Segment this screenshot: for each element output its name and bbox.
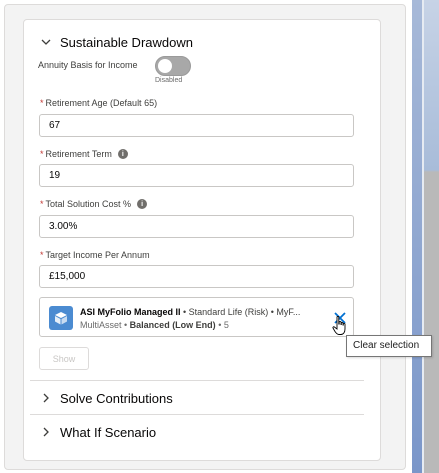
info-icon[interactable]: i [117, 149, 128, 159]
required-marker: * [40, 250, 44, 260]
section-header-sustainable-drawdown[interactable]: Sustainable Drawdown [38, 34, 193, 50]
show-button[interactable]: Show [39, 347, 89, 370]
clear-selection-tooltip: Clear selection [346, 335, 432, 357]
label-text: Total Solution Cost % [45, 199, 132, 209]
risk-score: • 5 [215, 320, 229, 330]
info-icon[interactable]: i [137, 199, 148, 209]
section-title: Sustainable Drawdown [60, 34, 193, 50]
required-marker: * [40, 199, 44, 209]
section-divider [30, 380, 364, 381]
chevron-right-icon [38, 424, 54, 440]
annuity-basis-toggle[interactable] [155, 56, 191, 76]
lookup-secondary-text: MultiAsset • Balanced (Low End) • 5 [80, 320, 229, 330]
risk-level: Balanced (Low End) [129, 320, 216, 330]
solution-cost-input[interactable]: 3.00% [39, 215, 354, 238]
background-window-edge [412, 0, 439, 473]
fund-lookup-selection[interactable]: ASI MyFolio Managed II • Standard Life (… [39, 297, 354, 337]
required-marker: * [40, 98, 44, 108]
label-text: Retirement Age (Default 65) [45, 98, 158, 108]
fund-name: ASI MyFolio Managed II [80, 307, 181, 317]
toggle-state-text: Disabled [155, 77, 183, 84]
background-bar [412, 0, 422, 473]
asset-class: MultiAsset • [80, 320, 130, 330]
required-marker: * [40, 149, 44, 159]
scrollbar[interactable] [424, 0, 439, 473]
section-title: Solve Contributions [60, 390, 173, 406]
target-income-label: * Target Income Per Annum [40, 250, 150, 260]
product-icon [49, 306, 73, 330]
retirement-age-input[interactable]: 67 [39, 114, 354, 137]
label-text: Retirement Term [45, 149, 112, 159]
separator: • [180, 307, 189, 317]
toggle-knob [158, 59, 172, 73]
annuity-basis-label: Annuity Basis for Income [38, 60, 138, 70]
retirement-age-label: * Retirement Age (Default 65) [40, 98, 157, 108]
section-divider [30, 414, 364, 415]
lookup-primary-text: ASI MyFolio Managed II • Standard Life (… [80, 307, 325, 317]
chevron-down-icon [38, 34, 54, 50]
solution-cost-label: * Total Solution Cost % i [40, 199, 148, 209]
label-text: Target Income Per Annum [45, 250, 150, 260]
target-income-input[interactable]: £15,000 [39, 265, 354, 288]
retirement-term-input[interactable]: 19 [39, 164, 354, 187]
fund-detail: Standard Life (Risk) • MyF... [188, 307, 301, 317]
section-header-what-if-scenario[interactable]: What If Scenario [38, 424, 156, 440]
section-title: What If Scenario [60, 424, 157, 440]
chevron-right-icon [38, 390, 54, 406]
retirement-term-label: * Retirement Term i [40, 149, 128, 159]
section-header-solve-contributions[interactable]: Solve Contributions [38, 390, 173, 406]
